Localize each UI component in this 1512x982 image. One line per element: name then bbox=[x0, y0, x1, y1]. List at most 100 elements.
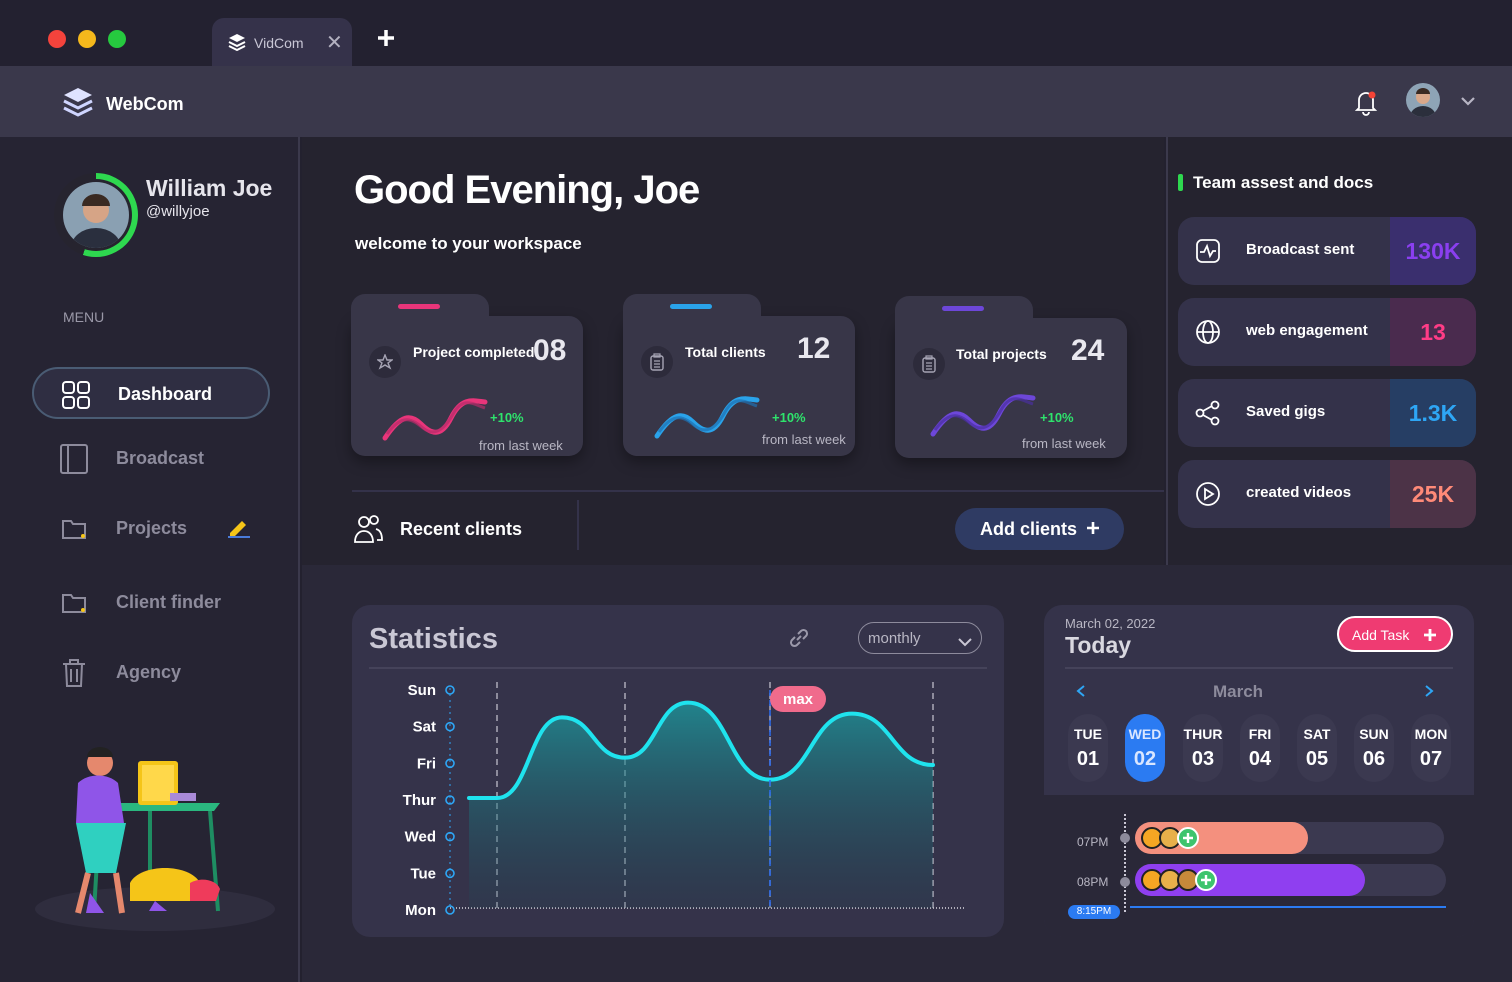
bell-icon[interactable] bbox=[1352, 88, 1380, 121]
card-value: 24 bbox=[1071, 334, 1105, 367]
add-participant-icon[interactable] bbox=[1195, 869, 1217, 891]
card-accent-bar bbox=[398, 304, 440, 309]
time-label: 07PM bbox=[1077, 835, 1109, 849]
day-name: WED bbox=[1128, 726, 1162, 742]
sidebar-item-agency[interactable]: Agency bbox=[32, 647, 270, 699]
day-pill[interactable]: FRI 04 bbox=[1240, 714, 1280, 782]
day-number: 04 bbox=[1248, 748, 1272, 770]
star-icon bbox=[369, 346, 401, 378]
chevron-right-icon[interactable] bbox=[1423, 684, 1435, 703]
sidebar: William Joe @willyjoe MENU Dashboard Bro… bbox=[0, 137, 300, 982]
profile-name: William Joe bbox=[146, 175, 273, 201]
page-subtitle: welcome to your workspace bbox=[355, 234, 582, 253]
trash-icon bbox=[58, 657, 90, 689]
stat-web-engagement[interactable]: web engagement 13 bbox=[1178, 298, 1476, 366]
time-marker bbox=[1120, 877, 1130, 887]
day-name: SUN bbox=[1359, 726, 1389, 742]
day-pill[interactable]: TUE 01 bbox=[1068, 714, 1108, 782]
card-total-projects[interactable]: Total projects 24 +10% from last week bbox=[895, 296, 1127, 458]
stat-saved-gigs[interactable]: Saved gigs 1.3K bbox=[1178, 379, 1476, 447]
card-note: from last week bbox=[1022, 436, 1106, 451]
day-number: 01 bbox=[1076, 748, 1100, 770]
current-time-line bbox=[1130, 906, 1446, 908]
section-accent bbox=[1178, 174, 1183, 191]
sidebar-item-label: Dashboard bbox=[118, 384, 213, 404]
chevron-down-icon bbox=[957, 634, 973, 652]
minimize-window-button[interactable] bbox=[78, 30, 96, 48]
divider bbox=[352, 490, 1164, 492]
card-project-completed[interactable]: Project completed 08 +10% from last week bbox=[351, 294, 583, 456]
add-task-label: Add Task bbox=[1352, 627, 1410, 643]
chevron-down-icon[interactable] bbox=[1460, 94, 1476, 112]
browser-titlebar: VidCom ✕ bbox=[0, 0, 1512, 66]
clipboard-icon bbox=[641, 346, 673, 378]
day-name: SAT bbox=[1303, 726, 1331, 742]
task-participants bbox=[1141, 869, 1217, 891]
browser-tab[interactable]: VidCom ✕ bbox=[212, 18, 352, 66]
schedule-title: Today bbox=[1065, 632, 1132, 658]
stat-broadcast-sent[interactable]: Broadcast sent 130K bbox=[1178, 217, 1476, 285]
chevron-left-icon[interactable] bbox=[1075, 684, 1087, 703]
divider bbox=[1065, 667, 1453, 669]
stat-created-videos[interactable]: created videos 25K bbox=[1178, 460, 1476, 528]
logo-icon bbox=[62, 86, 94, 123]
divider bbox=[369, 667, 987, 669]
day-name: FRI bbox=[1248, 726, 1272, 742]
period-select[interactable]: monthly bbox=[858, 622, 982, 654]
add-participant-icon[interactable] bbox=[1177, 827, 1199, 849]
divider bbox=[577, 500, 579, 550]
close-tab-icon[interactable]: ✕ bbox=[326, 30, 343, 55]
day-number: 06 bbox=[1362, 748, 1386, 770]
avatar[interactable] bbox=[1406, 83, 1440, 117]
day-pill-active[interactable]: WED 02 bbox=[1125, 714, 1165, 782]
sidebar-item-dashboard[interactable]: Dashboard bbox=[32, 367, 270, 419]
card-sparkline bbox=[654, 396, 760, 439]
y-axis-marker bbox=[445, 905, 455, 915]
recent-clients-label[interactable]: Recent clients bbox=[400, 519, 522, 540]
close-window-button[interactable] bbox=[48, 30, 66, 48]
day-pill[interactable]: SAT 05 bbox=[1297, 714, 1337, 782]
card-label: Project completed bbox=[413, 344, 535, 360]
task-participants bbox=[1141, 827, 1199, 849]
stat-label: created videos bbox=[1246, 484, 1352, 501]
statistics-title: Statistics bbox=[369, 623, 498, 655]
sidebar-item-label: Projects bbox=[116, 518, 188, 538]
card-change: +10% bbox=[490, 410, 524, 425]
y-axis-label: Wed bbox=[405, 829, 436, 846]
y-axis-marker bbox=[445, 721, 455, 732]
schedule-date: March 02, 2022 bbox=[1065, 616, 1156, 631]
day-pill[interactable]: MON 07 bbox=[1411, 714, 1451, 782]
y-axis-label: Thur bbox=[403, 792, 436, 809]
new-tab-icon[interactable] bbox=[376, 28, 396, 53]
y-axis-marker bbox=[445, 868, 455, 879]
day-pill[interactable]: SUN 06 bbox=[1354, 714, 1394, 782]
play-icon bbox=[1192, 478, 1224, 510]
sidebar-item-label: Agency bbox=[116, 662, 182, 682]
month-label: March bbox=[1213, 682, 1264, 701]
day-number: 07 bbox=[1419, 748, 1443, 770]
stat-value: 1.3K bbox=[1390, 379, 1476, 447]
add-task-button[interactable]: Add Task bbox=[1337, 616, 1453, 652]
card-note: from last week bbox=[479, 438, 563, 453]
sidebar-item-broadcast[interactable]: Broadcast bbox=[32, 433, 270, 485]
add-clients-button[interactable]: Add clients bbox=[955, 508, 1124, 550]
add-clients-label: Add clients bbox=[980, 519, 1078, 539]
folder-icon bbox=[58, 587, 90, 619]
team-title: Team assest and docs bbox=[1193, 173, 1374, 192]
plus-icon bbox=[1423, 628, 1437, 647]
day-pill[interactable]: THUR 03 bbox=[1183, 714, 1223, 782]
card-label: Total projects bbox=[956, 346, 1047, 362]
sidebar-item-projects[interactable]: Projects bbox=[32, 503, 270, 555]
task-track[interactable] bbox=[1135, 864, 1446, 896]
maximize-window-button[interactable] bbox=[108, 30, 126, 48]
profile-avatar-ring bbox=[54, 173, 138, 257]
menu-heading: MENU bbox=[63, 309, 105, 325]
sidebar-item-label: Broadcast bbox=[116, 448, 205, 468]
tab-title: VidCom bbox=[254, 35, 304, 51]
task-track[interactable] bbox=[1135, 822, 1444, 854]
sidebar-item-client-finder[interactable]: Client finder bbox=[32, 577, 270, 629]
card-total-clients[interactable]: Total clients 12 +10% from last week bbox=[623, 294, 855, 456]
y-axis-label: Fri bbox=[417, 755, 436, 772]
link-icon[interactable] bbox=[786, 625, 812, 656]
card-sparkline bbox=[382, 398, 488, 441]
